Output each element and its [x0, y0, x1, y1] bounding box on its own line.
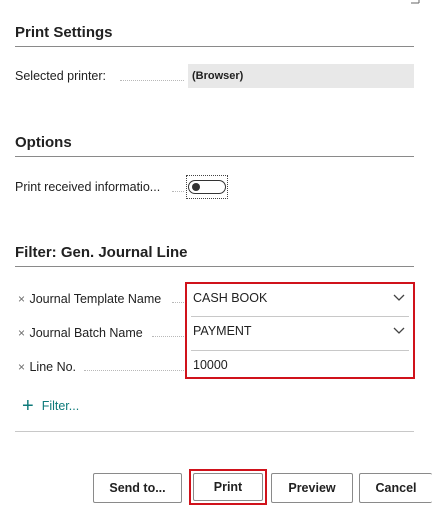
filter-leader-template: [172, 302, 184, 303]
print-received-label: Print received informatio...: [15, 180, 161, 194]
add-filter-link[interactable]: + Filter...: [22, 396, 79, 416]
remove-filter-icon[interactable]: ×: [18, 326, 25, 340]
filter-value-batch-select[interactable]: PAYMENT: [187, 318, 413, 346]
options-divider: [15, 156, 414, 157]
selected-printer-field[interactable]: (Browser): [188, 64, 414, 88]
options-heading: Options: [15, 134, 72, 151]
filter-row-batch: × Journal Batch Name: [18, 324, 186, 340]
selected-printer-label: Selected printer:: [15, 69, 107, 83]
remove-filter-icon[interactable]: ×: [18, 360, 25, 374]
field-separator: [191, 350, 409, 351]
collapse-icon[interactable]: [410, 0, 420, 4]
filter-value-line-input[interactable]: 10000: [187, 352, 413, 377]
print-received-leader: [172, 191, 184, 192]
filter-leader-batch: [152, 336, 184, 337]
filter-label-batch: Journal Batch Name: [29, 326, 143, 340]
print-button[interactable]: Print: [193, 473, 263, 501]
print-received-toggle[interactable]: [186, 175, 228, 199]
filter-leader-line: [84, 370, 184, 371]
filter-row-line: × Line No.: [18, 358, 186, 374]
filter-bottom-divider: [15, 431, 414, 432]
field-separator: [191, 316, 409, 317]
print-settings-divider: [15, 46, 414, 47]
filter-label-line: Line No.: [29, 360, 77, 374]
toggle-track: [188, 180, 226, 194]
filter-values-highlight: CASH BOOK PAYMENT 10000: [185, 282, 415, 379]
plus-icon: +: [22, 395, 34, 417]
send-to-button[interactable]: Send to...: [93, 473, 182, 503]
filter-value-batch: PAYMENT: [193, 324, 252, 338]
print-settings-heading: Print Settings: [15, 24, 113, 41]
preview-button[interactable]: Preview: [271, 473, 353, 503]
filter-label-template: Journal Template Name: [29, 292, 162, 306]
filter-heading: Filter: Gen. Journal Line: [15, 244, 188, 261]
add-filter-label: Filter...: [41, 399, 80, 413]
filter-row-template: × Journal Template Name: [18, 290, 186, 306]
remove-filter-icon[interactable]: ×: [18, 292, 25, 306]
filter-value-template-select[interactable]: CASH BOOK: [187, 285, 413, 313]
chevron-down-icon: [393, 294, 405, 301]
selected-printer-leader: [120, 80, 184, 81]
filter-divider: [15, 266, 414, 267]
toggle-knob: [192, 183, 200, 191]
filter-value-template: CASH BOOK: [193, 291, 268, 305]
cancel-button[interactable]: Cancel: [359, 473, 432, 503]
chevron-down-icon: [393, 327, 405, 334]
